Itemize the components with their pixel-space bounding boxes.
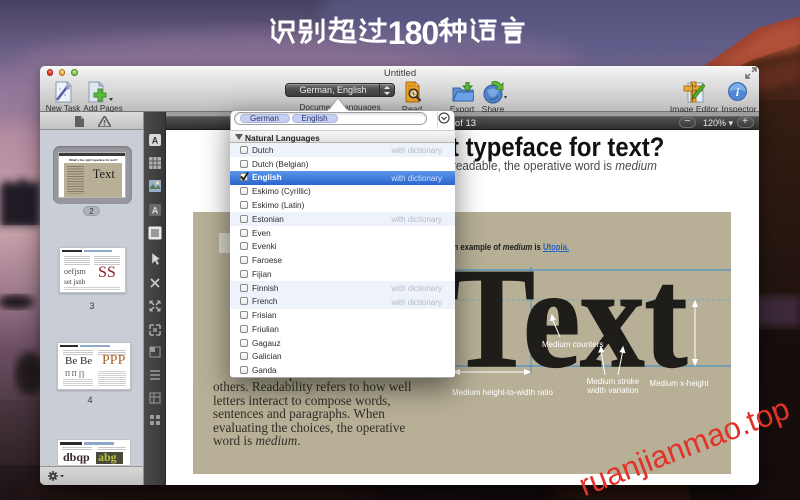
svg-text:Medium stroke: Medium stroke (587, 377, 640, 386)
svg-text:width variation: width variation (586, 386, 638, 395)
svg-text:A: A (152, 206, 159, 216)
svg-text:Medium height-to-width ratio: Medium height-to-width ratio (452, 388, 553, 397)
svg-text:A: A (152, 136, 159, 146)
svg-text:Medium counters: Medium counters (542, 340, 603, 349)
svg-text:Medium x-height: Medium x-height (649, 379, 709, 388)
svg-text:Text: Text (449, 240, 687, 398)
svg-text:180: 180 (388, 15, 439, 51)
